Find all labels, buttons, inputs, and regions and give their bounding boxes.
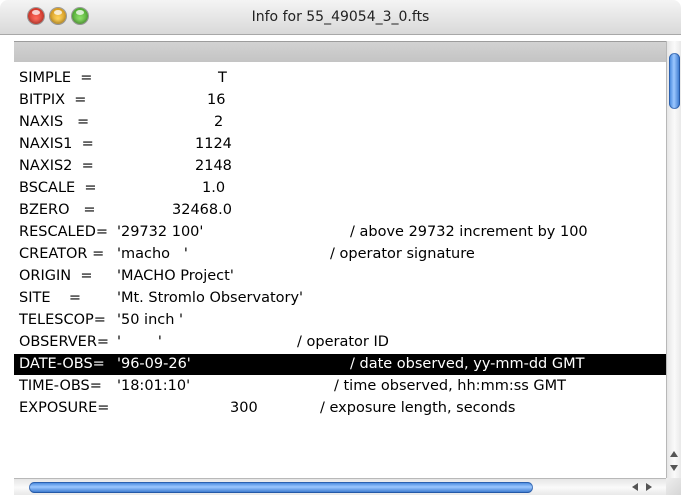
header-value: 300 [230, 400, 258, 416]
window-title: Info for 55_49054_3_0.fts [251, 9, 430, 25]
header-row-selected[interactable]: DATE-OBS= '96-09-26' / date observed, yy… [14, 354, 666, 375]
header-key: ORIGIN = [19, 268, 93, 284]
header-row[interactable]: TELESCOP= '50 inch ' [14, 310, 666, 331]
header-comment: / time observed, hh:mm:ss GMT [334, 378, 567, 394]
resize-grip-icon[interactable] [666, 478, 681, 495]
header-value: '96-09-26' [117, 356, 191, 372]
header-comment: / operator signature [330, 246, 475, 262]
header-key: NAXIS2 = [19, 158, 94, 174]
header-value: 1.0 [202, 180, 226, 196]
header-row[interactable]: ORIGIN = 'MACHO Project' [14, 266, 666, 287]
header-comment: / operator ID [297, 334, 389, 350]
header-key: SIMPLE = [19, 70, 93, 86]
header-key: BSCALE = [19, 180, 97, 196]
horizontal-scroll-thumb[interactable] [29, 482, 533, 493]
header-row[interactable]: SITE = 'Mt. Stromlo Observatory' [14, 288, 666, 309]
header-value: ' ' [117, 334, 162, 350]
header-value: 2148 [195, 158, 232, 174]
header-value: 'Mt. Stromlo Observatory' [117, 290, 304, 306]
header-key: EXPOSURE= [19, 400, 110, 416]
column-header-bar [14, 41, 666, 63]
header-key: CREATOR = [19, 246, 105, 262]
header-row[interactable]: CREATOR = 'macho ' / operator signature [14, 244, 666, 265]
header-key: BITPIX = [19, 92, 87, 108]
header-key: NAXIS = [19, 114, 90, 130]
scroll-up-arrow-icon[interactable] [670, 451, 678, 457]
scroll-down-arrow-icon[interactable] [670, 465, 678, 471]
header-value: '18:01:10' [117, 378, 191, 394]
header-key: BZERO = [19, 202, 96, 218]
header-list[interactable]: SIMPLE = T BITPIX = 16 NAXIS = 2 NAXIS1 … [14, 62, 666, 478]
header-value: 'macho ' [117, 246, 188, 262]
header-row[interactable]: OBSERVER= ' ' / operator ID [14, 332, 666, 353]
header-value: 'MACHO Project' [117, 268, 234, 284]
header-row[interactable]: BSCALE = 1.0 [14, 178, 666, 199]
header-value: '50 inch ' [117, 312, 184, 328]
header-key: TELESCOP= [19, 312, 106, 328]
header-value: '29732 100' [117, 224, 204, 240]
header-row[interactable]: SIMPLE = T [14, 68, 666, 89]
header-row[interactable]: NAXIS1 = 1124 [14, 134, 666, 155]
header-row[interactable]: BZERO = 32468.0 [14, 200, 666, 221]
header-key: RESCALED= [19, 224, 109, 240]
header-row[interactable]: RESCALED= '29732 100' / above 29732 incr… [14, 222, 666, 243]
header-value: 32468.0 [172, 202, 232, 218]
header-comment: / above 29732 increment by 100 [350, 224, 588, 240]
header-key: SITE = [19, 290, 82, 306]
header-key: OBSERVER= [19, 334, 110, 350]
header-comment: / exposure length, seconds [320, 400, 516, 416]
header-row[interactable]: NAXIS2 = 2148 [14, 156, 666, 177]
title-bar[interactable]: Info for 55_49054_3_0.fts [0, 0, 681, 35]
header-row[interactable]: TIME-OBS= '18:01:10' / time observed, hh… [14, 376, 666, 397]
header-value: 1124 [195, 136, 232, 152]
header-value: 16 [207, 92, 226, 108]
header-value: T [218, 70, 227, 86]
horizontal-scrollbar[interactable] [14, 478, 666, 495]
header-key: DATE-OBS= [19, 356, 105, 372]
header-key: TIME-OBS= [19, 378, 102, 394]
header-row[interactable]: BITPIX = 16 [14, 90, 666, 111]
scroll-left-arrow-icon[interactable] [632, 483, 638, 491]
vertical-scroll-thumb[interactable] [669, 53, 680, 109]
header-comment: / date observed, yy-mm-dd GMT [350, 356, 585, 372]
header-row[interactable]: NAXIS = 2 [14, 112, 666, 133]
info-window: Info for 55_49054_3_0.fts SIMPLE = T BIT… [0, 0, 681, 495]
header-key: NAXIS1 = [19, 136, 94, 152]
header-row[interactable]: EXPOSURE= 300 / exposure length, seconds [14, 398, 666, 419]
vertical-scrollbar[interactable] [666, 41, 681, 478]
scroll-right-arrow-icon[interactable] [646, 483, 652, 491]
header-value: 2 [214, 114, 224, 130]
